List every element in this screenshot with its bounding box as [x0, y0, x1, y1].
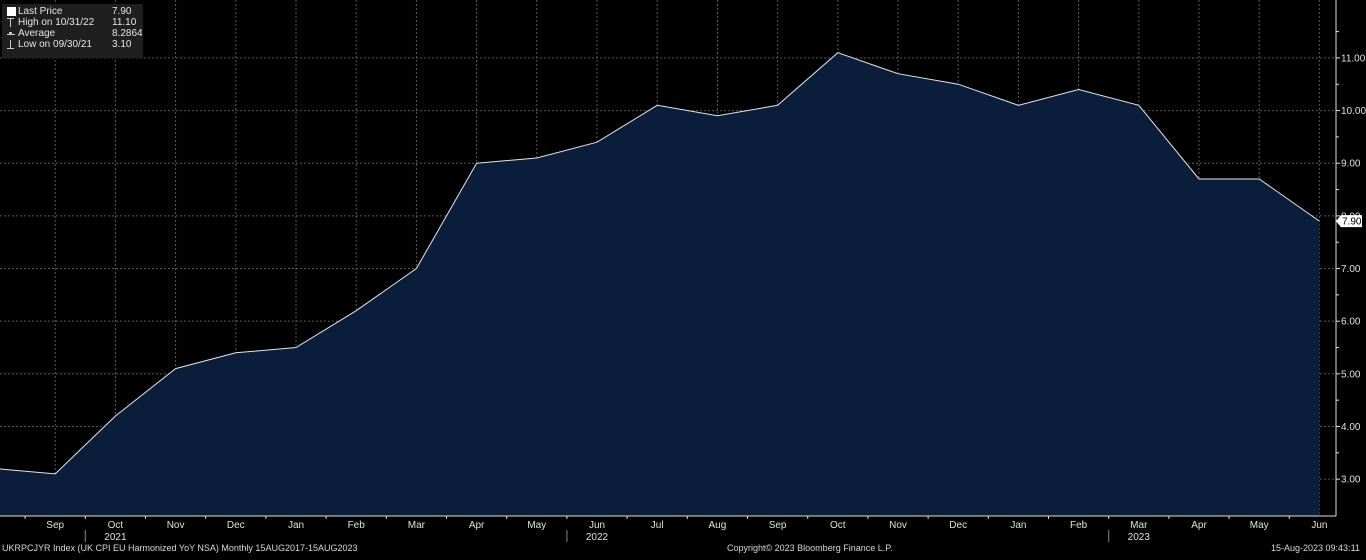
x-tick-label: Dec	[227, 520, 245, 531]
legend-value: 7.90	[112, 6, 131, 17]
year-label: 2022	[586, 532, 609, 543]
cpi-area-chart: 3.004.005.006.007.008.009.0010.0011.00Se…	[0, 0, 1366, 555]
x-tick-label: Dec	[949, 520, 967, 531]
legend-label: Low on 09/30/21	[18, 39, 92, 50]
y-tick-label: 5.00	[1341, 369, 1361, 380]
timestamp: 15-Aug-2023 09:43:11	[1271, 543, 1360, 553]
x-tick-label: Mar	[408, 520, 426, 531]
chart-container: 3.004.005.006.007.008.009.0010.0011.00Se…	[0, 0, 1366, 555]
legend-box: Last Price 7.90 High on 10/31/22 11.10 A…	[2, 4, 143, 58]
index-label: UKRPCJYR Index (UK CPI EU Harmonized YoY…	[2, 543, 358, 553]
area-layer	[0, 53, 1319, 516]
x-tick-label: Nov	[167, 520, 185, 531]
legend-value: 11.10	[112, 17, 136, 28]
x-tick-label: Jul	[651, 520, 664, 531]
legend-label: Last Price	[18, 6, 62, 17]
copyright-text: Copyright© 2023 Bloomberg Finance L.P.	[727, 543, 893, 553]
y-tick-label: 10.00	[1341, 106, 1366, 117]
x-tick-label: Feb	[348, 520, 366, 531]
y-tick-label: 4.00	[1341, 422, 1361, 433]
y-tick-label: 3.00	[1341, 475, 1361, 486]
y-tick-label: 11.00	[1341, 53, 1366, 64]
x-tick-label: Apr	[1191, 520, 1207, 531]
area-fill	[0, 53, 1319, 516]
x-tick-label: Nov	[889, 520, 907, 531]
x-tick-label: Jan	[288, 520, 304, 531]
x-tick-label: Sep	[769, 520, 787, 531]
average-marker-icon	[6, 29, 16, 39]
legend-value: 8.2864	[112, 28, 143, 39]
y-tick-label: 9.00	[1341, 159, 1361, 170]
legend-value: 3.10	[112, 39, 131, 50]
legend-label: Average	[18, 28, 55, 39]
x-tick-label: Sep	[46, 520, 64, 531]
x-tick-label: Jan	[1010, 520, 1026, 531]
x-tick-label: Aug	[709, 520, 727, 531]
y-tick-label: 7.00	[1341, 264, 1361, 275]
x-tick-label: Jun	[1311, 520, 1327, 531]
x-tick-label: Jun	[589, 520, 605, 531]
last-price-label: 7.90	[1342, 217, 1362, 228]
legend-item-low: Low on 09/30/21 3.10	[2, 39, 143, 50]
year-label: 2023	[1128, 532, 1151, 543]
legend-item-last-price: Last Price 7.90	[2, 6, 143, 17]
x-tick-label: May	[527, 520, 546, 531]
x-tick-label: Oct	[108, 520, 124, 531]
legend-item-average: Average 8.2864	[2, 28, 143, 39]
low-marker-icon	[6, 40, 16, 50]
high-marker-icon	[6, 18, 16, 28]
y-tick-label: 6.00	[1341, 317, 1361, 328]
legend-label: High on 10/31/22	[18, 17, 94, 28]
square-marker-icon	[7, 7, 16, 16]
x-tick-label: Oct	[830, 520, 846, 531]
year-label: 2021	[104, 532, 127, 543]
legend-item-high: High on 10/31/22 11.10	[2, 17, 143, 28]
x-tick-label: Mar	[1130, 520, 1148, 531]
x-tick-label: Apr	[469, 520, 485, 531]
x-tick-label: May	[1250, 520, 1269, 531]
x-tick-label: Feb	[1070, 520, 1088, 531]
